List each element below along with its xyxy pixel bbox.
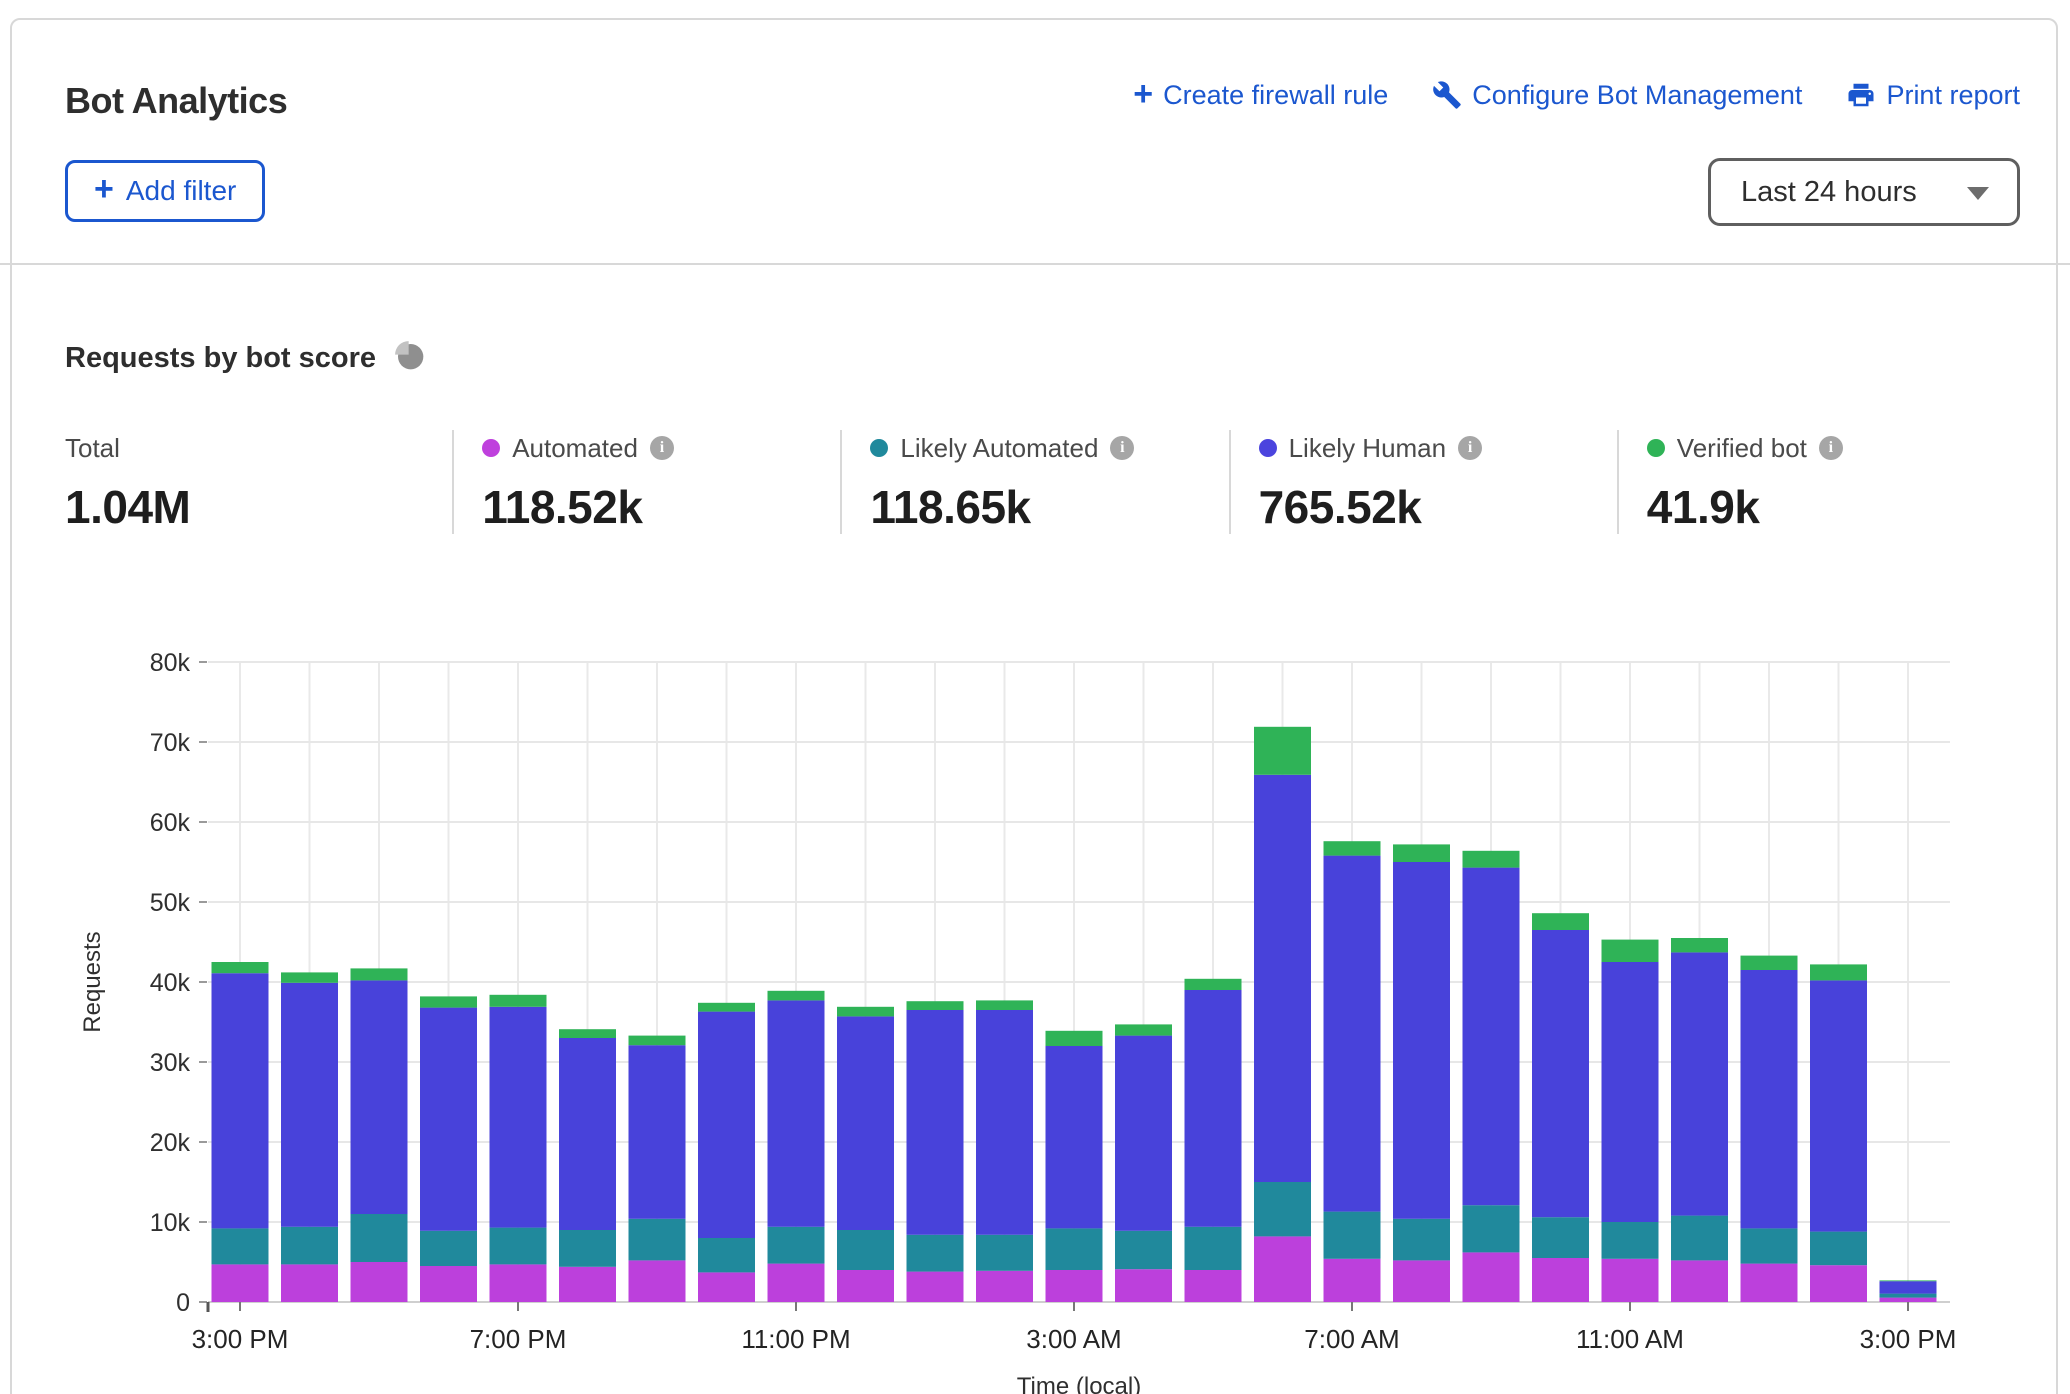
svg-text:60k: 60k [150, 809, 191, 837]
create-firewall-rule-link[interactable]: + Create firewall rule [1133, 78, 1388, 112]
stat-likely-automated: Likely Automated i 118.65k [840, 430, 1228, 534]
svg-text:40k: 40k [150, 969, 191, 997]
info-icon[interactable]: i [1819, 436, 1843, 460]
header-actions: + Create firewall rule Configure Bot Man… [1133, 78, 2020, 112]
chevron-down-icon [1967, 187, 1989, 200]
configure-bot-management-label: Configure Bot Management [1472, 80, 1802, 111]
svg-text:3:00 PM: 3:00 PM [192, 1324, 289, 1354]
add-filter-button[interactable]: + Add filter [65, 160, 265, 222]
stat-total: Total 1.04M [65, 430, 452, 534]
info-icon[interactable]: i [650, 436, 674, 460]
stat-verified-bot: Verified bot i 41.9k [1617, 430, 2005, 534]
stat-verified-bot-label: Verified bot [1677, 433, 1807, 464]
svg-text:10k: 10k [150, 1209, 191, 1237]
svg-text:11:00 PM: 11:00 PM [741, 1324, 850, 1354]
stat-likely-human-label: Likely Human [1289, 433, 1447, 464]
stat-total-value: 1.04M [65, 480, 432, 534]
svg-text:7:00 AM: 7:00 AM [1304, 1324, 1399, 1354]
plus-icon: + [94, 172, 114, 206]
section-title: Requests by bot score [65, 342, 376, 375]
likely-automated-dot-icon [870, 439, 888, 457]
printer-icon [1846, 80, 1876, 110]
stat-automated-label: Automated [512, 433, 638, 464]
plus-icon: + [1133, 77, 1153, 111]
stat-likely-automated-label: Likely Automated [900, 433, 1098, 464]
verified-bot-dot-icon [1647, 439, 1665, 457]
svg-text:80k: 80k [150, 649, 191, 677]
stat-total-label: Total [65, 433, 120, 464]
bot-score-chart[interactable]: 0 10k 20k 30k 40k 50k 60k 70k 80k 3:00 PM 7:00 PM 1… [0, 630, 2070, 1394]
stats-row: Total 1.04M Automated i 118.52k Likely A… [65, 430, 2005, 534]
pie-chart-icon [394, 340, 426, 377]
svg-text:3:00 AM: 3:00 AM [1026, 1324, 1121, 1354]
svg-text:30k: 30k [150, 1049, 191, 1077]
svg-text:20k: 20k [150, 1129, 191, 1157]
svg-text:0: 0 [176, 1289, 190, 1317]
header-divider [0, 263, 2070, 265]
create-firewall-rule-label: Create firewall rule [1163, 80, 1388, 111]
info-icon[interactable]: i [1110, 436, 1134, 460]
svg-text:70k: 70k [150, 729, 191, 757]
stat-automated-value: 118.52k [482, 480, 820, 534]
time-range-value: Last 24 hours [1741, 176, 1917, 209]
configure-bot-management-link[interactable]: Configure Bot Management [1432, 80, 1802, 111]
stat-automated: Automated i 118.52k [452, 430, 840, 534]
stat-verified-bot-value: 41.9k [1647, 480, 1985, 534]
stat-likely-human-value: 765.52k [1259, 480, 1597, 534]
svg-text:Time (local): Time (local) [1017, 1373, 1141, 1394]
bot-analytics-page: Bot Analytics + Create firewall rule Con… [0, 0, 2070, 1394]
section-title-row: Requests by bot score [65, 340, 426, 377]
automated-dot-icon [482, 439, 500, 457]
stat-likely-automated-value: 118.65k [870, 480, 1208, 534]
stat-likely-human: Likely Human i 765.52k [1229, 430, 1617, 534]
time-range-dropdown[interactable]: Last 24 hours [1708, 158, 2020, 226]
page-title: Bot Analytics [65, 80, 287, 122]
add-filter-label: Add filter [126, 175, 237, 207]
print-report-label: Print report [1886, 80, 2020, 111]
svg-text:3:00 PM: 3:00 PM [1860, 1324, 1957, 1354]
svg-text:50k: 50k [150, 889, 191, 917]
svg-text:7:00 PM: 7:00 PM [470, 1324, 567, 1354]
wrench-icon [1432, 80, 1462, 110]
svg-text:Requests: Requests [79, 931, 106, 1032]
requests-by-bot-score-chart-area: 0 10k 20k 30k 40k 50k 60k 70k 80k 3:00 PM 7:00 PM 1… [0, 630, 2070, 1394]
likely-human-dot-icon [1259, 439, 1277, 457]
info-icon[interactable]: i [1458, 436, 1482, 460]
print-report-link[interactable]: Print report [1846, 80, 2020, 111]
svg-text:11:00 AM: 11:00 AM [1576, 1324, 1684, 1354]
